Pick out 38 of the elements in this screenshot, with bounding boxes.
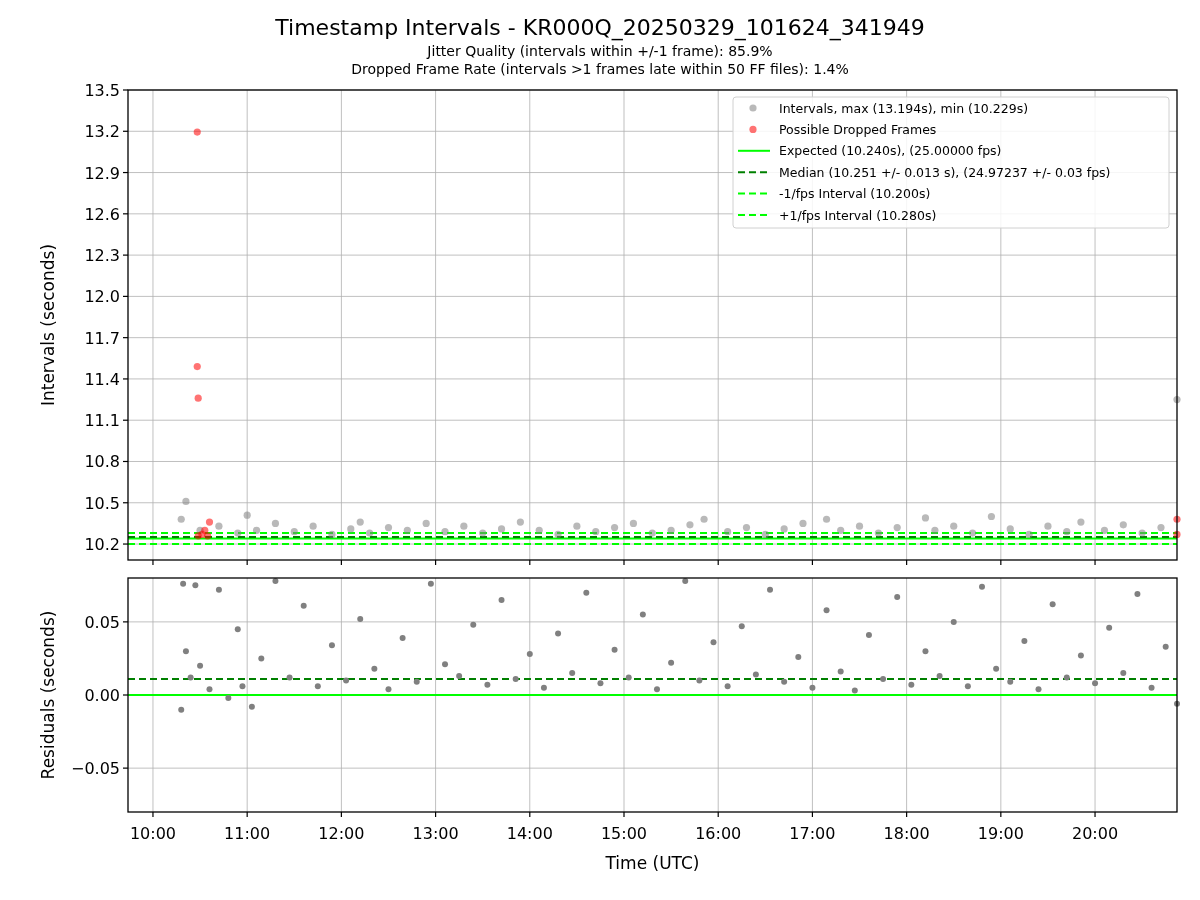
y-tick-label: 11.4 xyxy=(84,369,120,389)
chart-subtitle: Jitter Quality (intervals within +/-1 frame): 85.9% xyxy=(427,42,773,60)
x-tick-label: 17:00 xyxy=(789,824,836,843)
chart-subtitle: Dropped Frame Rate (intervals >1 frames late within 50 FF files): 1.4% xyxy=(351,60,849,78)
x-tick-label: 18:00 xyxy=(883,824,930,843)
x-tick-label: 11:00 xyxy=(224,824,271,843)
y-tick-label: 11.7 xyxy=(84,328,120,348)
x-tick-label: 13:00 xyxy=(412,824,459,843)
y-tick-label: 10.5 xyxy=(84,493,120,513)
x-tick-label: 16:00 xyxy=(695,824,742,843)
y-tick-label: 12.9 xyxy=(84,163,120,183)
legend-label: Expected (10.240s), (25.00000 fps) xyxy=(779,143,1002,159)
y-tick-label: 10.8 xyxy=(84,452,120,472)
chart-title: Timestamp Intervals - KR000Q_20250329_101624_341949 xyxy=(275,14,925,42)
x-tick-label: 14:00 xyxy=(506,824,553,843)
y-tick-label: 0.00 xyxy=(84,686,120,705)
x-tick-label: 20:00 xyxy=(1072,824,1119,843)
y-tick-label: 12.6 xyxy=(84,204,120,224)
x-tick-label: 12:00 xyxy=(318,824,365,843)
x-axis-label: Time (UTC) xyxy=(605,853,700,873)
y-tick-label: 12.0 xyxy=(84,287,120,307)
legend-label: Intervals, max (13.194s), min (10.229s) xyxy=(779,100,1029,116)
y-tick-label: 13.2 xyxy=(84,122,120,142)
legend-label: +1/fps Interval (10.280s) xyxy=(779,207,937,223)
legend-label: -1/fps Interval (10.200s) xyxy=(779,186,931,202)
x-tick-label: 10:00 xyxy=(129,824,176,843)
legend-label: Possible Dropped Frames xyxy=(779,121,937,137)
y-tick-label: 10.2 xyxy=(84,535,120,555)
y-tick-label: 12.3 xyxy=(84,246,120,266)
y-tick-label: 0.05 xyxy=(84,612,120,632)
y-axis-label: Intervals (seconds) xyxy=(38,243,58,407)
x-tick-label: 19:00 xyxy=(977,824,1024,843)
y-tick-label: 13.5 xyxy=(84,81,120,100)
y-tick-label: −0.05 xyxy=(70,759,120,779)
y-tick-label: 11.1 xyxy=(84,411,120,431)
y-axis-label: Residuals (seconds) xyxy=(38,610,58,780)
x-tick-label: 15:00 xyxy=(600,824,648,843)
legend-label: Median (10.251 +/- 0.013 s), (24.97237 +/- 0.03 fps) xyxy=(779,164,1111,180)
